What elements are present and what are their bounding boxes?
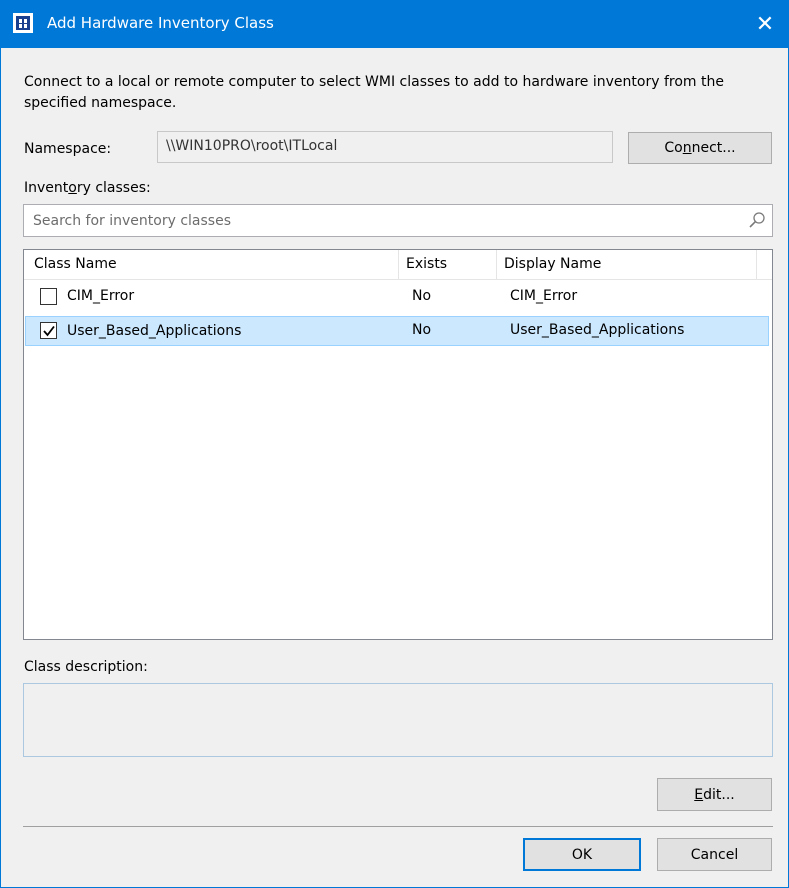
inventory-label-mnemonic: o — [68, 180, 77, 196]
class-description-box — [23, 683, 773, 757]
list-header: Class Name Exists Display Name — [24, 250, 772, 280]
cell-exists: No — [412, 288, 432, 304]
connect-label-start: Co — [664, 140, 683, 156]
column-separator[interactable] — [398, 250, 399, 280]
checkmark-icon — [43, 325, 55, 337]
namespace-label: Namespace: — [24, 141, 112, 157]
cancel-button[interactable]: Cancel — [657, 838, 772, 871]
namespace-field: \\WIN10PRO\root\ITLocal — [157, 131, 613, 163]
inventory-label-end: ry classes: — [76, 180, 151, 196]
edit-button[interactable]: Edit... — [657, 778, 772, 811]
close-button[interactable]: ✕ — [742, 0, 788, 48]
row-checkbox[interactable] — [40, 288, 57, 305]
hardware-inventory-icon — [13, 13, 33, 33]
inventory-label-start: Invent — [24, 180, 69, 196]
edit-mnemonic: E — [694, 786, 704, 803]
close-icon: ✕ — [755, 11, 775, 37]
search-box[interactable] — [23, 204, 773, 237]
column-header-class-name[interactable]: Class Name — [28, 250, 123, 280]
connect-button[interactable]: Co n nect... — [628, 132, 772, 164]
table-row[interactable]: User_Based_Applications No User_Based_Ap… — [25, 316, 769, 346]
column-header-exists[interactable]: Exists — [400, 250, 453, 280]
edit-label-end: dit... — [703, 786, 735, 803]
cell-display-name: CIM_Error — [510, 288, 578, 304]
connect-label-end: nect... — [691, 140, 736, 156]
dialog-window: Add Hardware Inventory Class ✕ Connect t… — [0, 0, 789, 888]
cell-display-name: User_Based_Applications — [510, 322, 685, 338]
column-separator[interactable] — [496, 250, 497, 280]
column-header-display-name[interactable]: Display Name — [498, 250, 607, 280]
table-row[interactable]: CIM_Error No CIM_Error — [25, 282, 769, 312]
title-bar: Add Hardware Inventory Class ✕ — [1, 0, 788, 48]
cell-class-name: User_Based_Applications — [67, 323, 242, 339]
cell-exists: No — [412, 322, 432, 338]
search-icon[interactable] — [748, 211, 766, 229]
inventory-class-list[interactable]: Class Name Exists Display Name CIM_Error… — [23, 249, 773, 640]
footer-divider — [23, 826, 773, 827]
connect-mnemonic: n — [682, 140, 692, 156]
row-checkbox[interactable] — [40, 322, 57, 339]
class-description-label: Class description: — [24, 659, 148, 675]
column-separator[interactable] — [756, 250, 757, 280]
inventory-classes-label: Inventory classes: — [24, 180, 151, 196]
search-input[interactable] — [31, 211, 731, 231]
cell-class-name: CIM_Error — [67, 288, 135, 304]
window-title: Add Hardware Inventory Class — [47, 14, 274, 32]
ok-button[interactable]: OK — [523, 838, 641, 871]
intro-text: Connect to a local or remote computer to… — [24, 74, 724, 111]
